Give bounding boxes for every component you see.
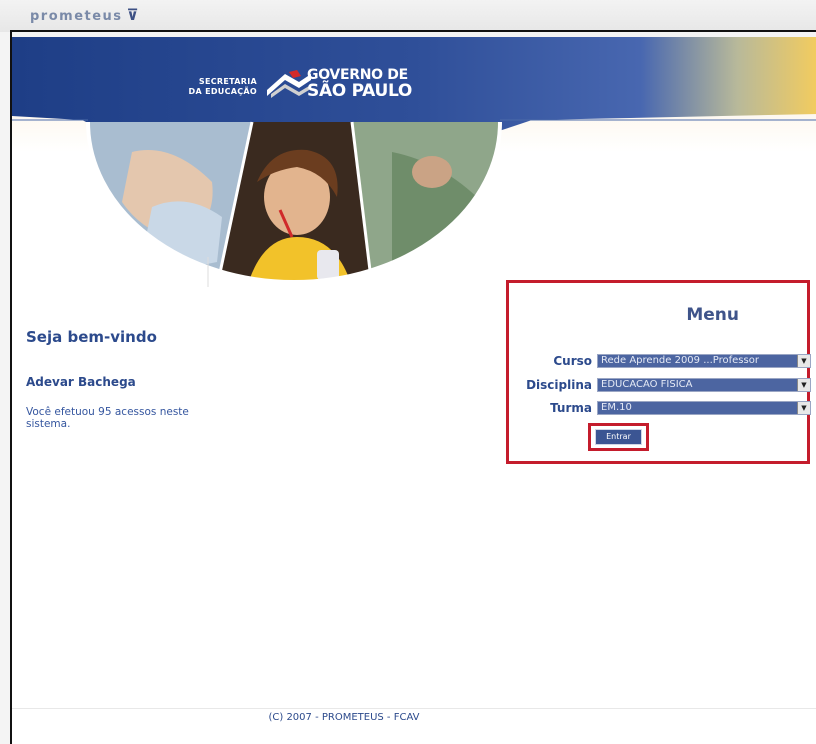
disciplina-selected-value: EDUCACAO FISICA [601,379,693,390]
disciplina-select[interactable]: EDUCACAO FISICA ▼ [597,378,811,392]
welcome-heading: Seja bem-vindo [26,328,157,346]
dropdown-arrow-icon[interactable]: ▼ [797,355,810,367]
footer-divider [12,708,816,709]
access-count-text: Você efetuou 95 acessos neste sistema. [26,406,189,430]
turma-selected-value: EM.10 [601,402,632,413]
curso-select[interactable]: Rede Aprende 2009 ...Professor ▼ [597,354,811,368]
header-banner: SECRETARIA DA EDUCAÇÃO GOVERNO DE SÃO PAU… [12,32,816,322]
menu-title: Menu [686,305,739,325]
disciplina-row: Disciplina EDUCACAO FISICA ▼ [509,377,811,394]
dropdown-arrow-icon[interactable]: ▼ [797,402,810,414]
turma-label: Turma [550,401,592,415]
secretaria-educacao-text: SECRETARIA DA EDUCAÇÃO [188,77,257,96]
curso-label: Curso [553,354,592,368]
dropdown-arrow-icon[interactable]: ▼ [797,379,810,391]
curso-row: Curso Rede Aprende 2009 ...Professor ▼ [509,353,811,370]
menu-panel: Menu Curso Rede Aprende 2009 ...Professo… [506,280,811,464]
prometeus-mark-icon: ⊽ [126,6,141,24]
user-name: Adevar Bachega [26,375,136,389]
top-bar: prometeus ⊽ [0,0,816,32]
prometeus-logo: prometeus ⊽ [30,6,140,24]
banner-graphic [12,32,816,288]
entrar-button[interactable]: Entrar [595,429,642,445]
turma-row: Turma EM.10 ▼ [509,400,811,417]
turma-select[interactable]: EM.10 ▼ [597,401,811,415]
page-frame: SECRETARIA DA EDUCAÇÃO GOVERNO DE SÃO PAU… [10,30,816,744]
brand-text: prometeus [30,9,123,24]
governo-sp-text: GOVERNO DE SÃO PAULO [307,68,412,100]
footer-copyright: (C) 2007 - PROMETEUS - FCAV [268,712,420,723]
curso-selected-value: Rede Aprende 2009 ...Professor [601,355,759,366]
entrar-button-highlight: Entrar [588,423,649,451]
disciplina-label: Disciplina [526,378,592,392]
governo-line-2: SÃO PAULO [307,81,413,101]
